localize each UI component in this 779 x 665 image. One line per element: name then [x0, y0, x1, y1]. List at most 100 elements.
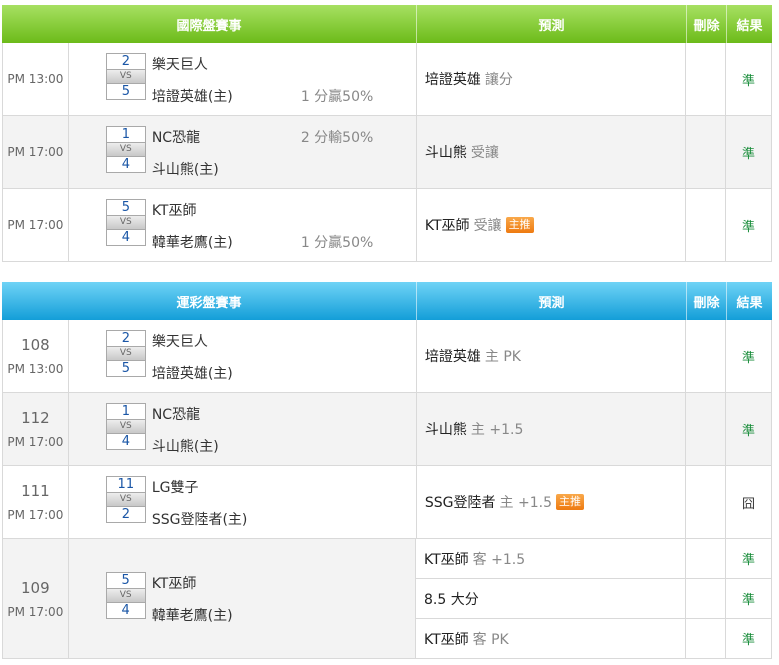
- delete-cell[interactable]: [686, 116, 727, 188]
- team-away: LG雙子: [151, 480, 199, 496]
- result-cell: 準: [726, 393, 771, 465]
- team-home: 韓華老鷹(主): [151, 608, 233, 624]
- matchup: 11 VS 2 LG雙子 SSG登陸者(主): [69, 466, 417, 538]
- scoreboard: 2 VS 5: [105, 53, 146, 100]
- table-row: 109 PM 17:00 5 VS 4 KT巫師 韓華老鷹(主) KT巫師 客 …: [2, 539, 772, 659]
- prediction-team: 斗山熊: [424, 422, 467, 438]
- scoreboard: 2 VS 5: [105, 330, 146, 377]
- score-away: 1: [105, 126, 146, 143]
- result-cell: 準: [726, 539, 771, 578]
- prediction-detail: 受讓: [473, 218, 502, 234]
- prediction-team: SSG登陸者: [424, 495, 496, 511]
- result-cell: 準: [726, 116, 771, 188]
- matchup: 2 VS 5 樂天巨人 培證英雄(主) 1 分贏50%: [69, 43, 417, 115]
- game-time: 111 PM 17:00: [3, 466, 69, 538]
- score-away: 2: [105, 53, 146, 70]
- featured-pick-badge: 主推: [505, 217, 534, 233]
- result-label: 準: [741, 553, 755, 568]
- header-delete: 刪除: [687, 282, 727, 320]
- scoreboard: 1 VS 4: [105, 403, 146, 450]
- score-away: 1: [105, 403, 146, 420]
- odds-result: 1 分贏50%: [300, 235, 374, 251]
- prediction: KT巫師 客 +1.5: [416, 539, 686, 578]
- prediction-team: KT巫師: [424, 551, 469, 568]
- prediction-team: 培證英雄: [424, 349, 481, 365]
- team-away: 樂天巨人: [151, 334, 208, 350]
- vs-badge: VS: [105, 216, 146, 229]
- result-label: 準: [742, 146, 756, 162]
- table-row: 111 PM 17:00 11 VS 2 LG雙子 SSG登陸者(主) SSG登…: [2, 466, 772, 539]
- scoreboard: 1 VS 4: [105, 126, 146, 173]
- game-time: 109 PM 17:00: [3, 539, 69, 658]
- prediction: SSG登陸者 主 +1.5 主推: [417, 466, 687, 538]
- delete-cell[interactable]: [686, 539, 726, 578]
- result-label: 囧: [742, 496, 756, 512]
- result-cell: 囧: [726, 466, 771, 538]
- score-home: 5: [105, 83, 146, 100]
- result-cell: 準: [726, 43, 771, 115]
- odds-result: 1 分贏50%: [300, 89, 374, 105]
- vs-badge: VS: [105, 420, 146, 433]
- delete-cell[interactable]: [686, 320, 727, 392]
- vs-badge: VS: [105, 589, 146, 602]
- result-cell: 準: [726, 320, 771, 392]
- team-away: NC恐龍: [151, 407, 201, 423]
- team-away: KT巫師: [151, 576, 197, 592]
- result-label: 準: [742, 350, 756, 366]
- prediction-team: 斗山熊: [424, 145, 467, 161]
- time-label: PM 17:00: [7, 145, 64, 159]
- prediction-detail: 主 PK: [484, 349, 521, 365]
- score-home: 4: [105, 433, 146, 450]
- prediction: 斗山熊 受讓: [417, 116, 687, 188]
- team-home: 培證英雄(主): [151, 89, 233, 105]
- delete-cell[interactable]: [686, 393, 727, 465]
- international-games-table: 國際盤賽事 預測 刪除 結果 PM 13:00 2 VS 5 樂天巨人 培證英雄…: [2, 5, 772, 262]
- delete-cell[interactable]: [686, 189, 727, 261]
- time-label: PM 17:00: [7, 218, 64, 232]
- featured-pick-badge: 主推: [555, 494, 584, 510]
- matchup: 1 VS 4 NC恐龍 2 分輸50% 斗山熊(主): [69, 116, 417, 188]
- score-away: 11: [105, 476, 146, 493]
- team-home: 培證英雄(主): [151, 366, 233, 382]
- result-label: 準: [742, 73, 756, 89]
- team-home: 斗山熊(主): [151, 439, 219, 455]
- team-home: 韓華老鷹(主): [151, 235, 233, 251]
- result-label: 準: [742, 219, 756, 235]
- prediction: 培證英雄 讓分: [417, 43, 687, 115]
- result-cell: 準: [726, 189, 771, 261]
- result-label: 準: [742, 423, 756, 439]
- table-row: PM 17:00 5 VS 4 KT巫師 韓華老鷹(主) 1 分贏50% KT巫…: [2, 189, 772, 262]
- delete-cell[interactable]: [686, 619, 726, 658]
- team-away: KT巫師: [151, 203, 197, 219]
- delete-cell[interactable]: [686, 466, 727, 538]
- delete-cell[interactable]: [686, 43, 727, 115]
- delete-cell[interactable]: [686, 579, 726, 618]
- table-row: PM 13:00 2 VS 5 樂天巨人 培證英雄(主) 1 分贏50% 培證英…: [2, 43, 772, 116]
- time-label: PM 17:00: [7, 435, 64, 449]
- vs-badge: VS: [105, 143, 146, 156]
- scoreboard: 11 VS 2: [105, 476, 146, 523]
- game-time: PM 17:00: [3, 189, 69, 261]
- time-label: PM 17:00: [7, 604, 64, 619]
- game-number: 111: [21, 482, 50, 500]
- team-home: SSG登陸者(主): [151, 512, 248, 528]
- header-delete: 刪除: [687, 5, 727, 43]
- vs-badge: VS: [105, 70, 146, 83]
- score-away: 5: [105, 572, 146, 589]
- time-label: PM 13:00: [7, 362, 64, 376]
- matchup: 5 VS 4 KT巫師 韓華老鷹(主): [69, 539, 416, 658]
- prediction-detail: 主 +1.5: [499, 495, 552, 511]
- game-number: 108: [21, 336, 50, 354]
- international-header: 國際盤賽事 預測 刪除 結果: [2, 5, 772, 43]
- header-result: 結果: [727, 5, 772, 43]
- prediction-team: 8.5 大分: [424, 591, 479, 608]
- lottery-header: 運彩盤賽事 預測 刪除 結果: [2, 282, 772, 320]
- prediction-team: KT巫師: [424, 218, 470, 234]
- vs-badge: VS: [105, 493, 146, 506]
- game-time: PM 13:00: [3, 43, 69, 115]
- score-away: 5: [105, 199, 146, 216]
- time-label: PM 17:00: [7, 508, 64, 522]
- prediction-row: KT巫師 客 PK 準: [416, 619, 771, 658]
- game-time: 108 PM 13:00: [3, 320, 69, 392]
- table-row: 112 PM 17:00 1 VS 4 NC恐龍 斗山熊(主) 斗山熊 主 +1…: [2, 393, 772, 466]
